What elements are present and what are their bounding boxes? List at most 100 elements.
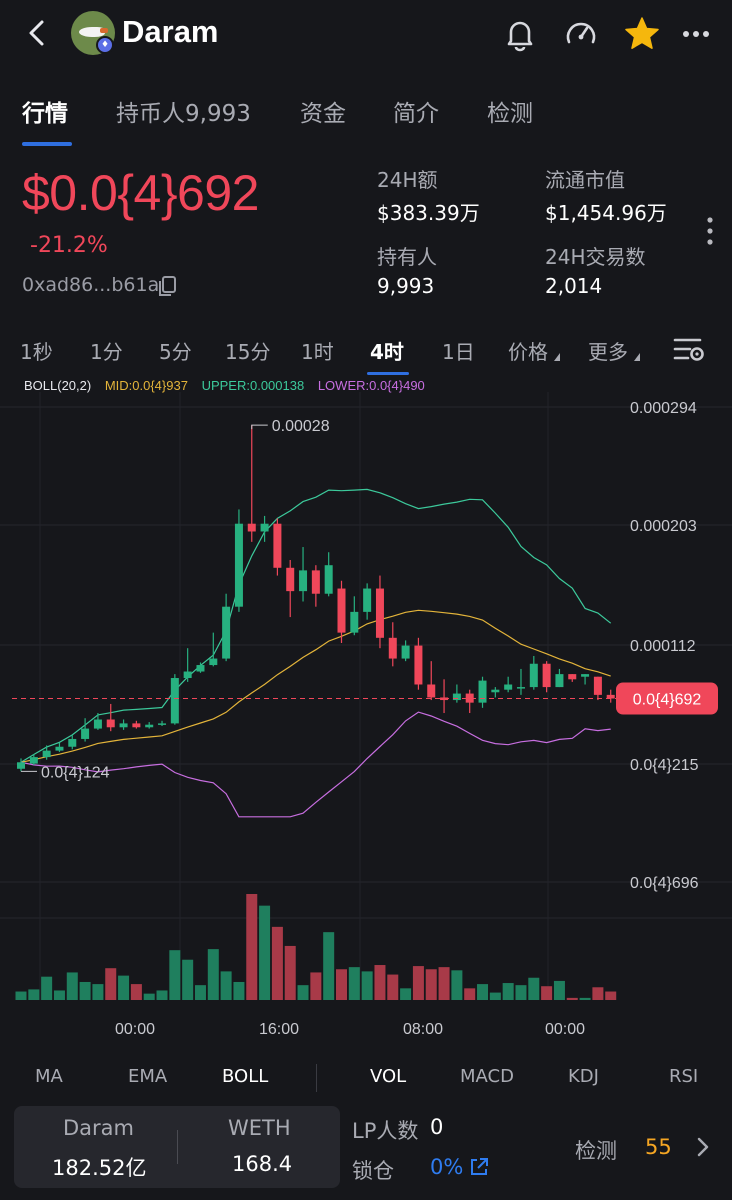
- tab-market[interactable]: 行情: [22, 94, 68, 128]
- gauge-icon[interactable]: [561, 14, 601, 54]
- volume-bar: [53, 990, 65, 1000]
- interval-4h[interactable]: 4时: [370, 336, 404, 365]
- indicator-ema[interactable]: EMA: [128, 1066, 167, 1087]
- x-tick-label: 16:00: [259, 1021, 299, 1038]
- candle-body: [504, 684, 513, 690]
- candle-body: [132, 723, 141, 728]
- x-tick-label: 08:00: [403, 1021, 443, 1038]
- volume-bar: [15, 991, 27, 1000]
- volume-bar: [438, 967, 450, 1000]
- indicator-boll[interactable]: BOLL: [222, 1066, 268, 1087]
- tab-check[interactable]: 检测: [487, 94, 533, 128]
- volume-bar: [464, 988, 476, 1000]
- candle-body: [299, 570, 308, 592]
- volume-bar: [515, 985, 527, 1000]
- indicator-ma[interactable]: MA: [35, 1066, 63, 1087]
- pool-token-b-label: WETH: [228, 1116, 291, 1140]
- candle-body: [529, 663, 538, 688]
- volume-bar: [348, 967, 360, 1000]
- tab-active-indicator: [22, 142, 72, 146]
- chevron-right-icon[interactable]: [694, 1134, 712, 1160]
- price-chart[interactable]: 0.000294 0.000203 0.000112 0.0{4}215 0.0{4}6…: [0, 370, 732, 1060]
- volume-bar: [553, 980, 565, 1000]
- vertical-more-icon[interactable]: [700, 214, 720, 248]
- candle-body: [260, 523, 269, 532]
- indicator-macd[interactable]: MACD: [460, 1066, 514, 1087]
- lock-value[interactable]: 0%: [430, 1155, 463, 1179]
- candle-body: [17, 762, 25, 769]
- liquidity-pool-card[interactable]: Daram 182.52亿 WETH 168.4: [14, 1106, 340, 1188]
- chart-settings-icon[interactable]: [672, 334, 706, 364]
- volume-bar: [169, 950, 181, 1000]
- indicator-vol[interactable]: VOL: [370, 1066, 406, 1087]
- volume-bar: [105, 968, 117, 1000]
- bell-icon[interactable]: [500, 14, 540, 54]
- tab-funds[interactable]: 资金: [300, 94, 346, 128]
- tab-holders[interactable]: 持币人9,993: [116, 94, 251, 128]
- current-price: $0.0{4}692: [22, 165, 259, 221]
- volume-bar: [28, 989, 40, 1000]
- interval-1d[interactable]: 1日: [442, 336, 475, 365]
- interval-15m[interactable]: 15分: [225, 336, 270, 365]
- pool-token-b-value: 168.4: [232, 1152, 293, 1176]
- interval-bar: 1秒 1分 5分 15分 1时 4时 1日 价格 更多: [0, 330, 732, 375]
- volume-bar: [387, 974, 399, 1000]
- check-score: 55: [645, 1135, 672, 1159]
- candle-body: [452, 693, 461, 701]
- candle-body: [478, 680, 487, 703]
- price-dropdown[interactable]: 价格: [508, 336, 560, 365]
- indicator-divider: [316, 1064, 317, 1092]
- back-icon[interactable]: [24, 18, 50, 48]
- candle-body: [606, 694, 615, 699]
- stat-holders-value: 9,993: [377, 274, 435, 298]
- candle-body: [593, 676, 602, 695]
- y-tick-label: 0.0{4}696: [630, 875, 699, 892]
- volume-bar: [92, 984, 104, 1000]
- high-marker-label: 0.00028: [272, 418, 330, 435]
- low-marker-label: 0.0{4}124: [41, 764, 110, 781]
- candle-body: [581, 674, 590, 677]
- volume-bar: [489, 992, 501, 1000]
- candle-body: [81, 728, 90, 739]
- volume-bar: [130, 984, 142, 1000]
- candle-body: [337, 588, 346, 633]
- pool-token-a-label: Daram: [63, 1116, 134, 1140]
- more-icon[interactable]: [676, 14, 716, 54]
- volume-bar: [194, 985, 206, 1000]
- interval-1s[interactable]: 1秒: [20, 336, 53, 365]
- candle-body: [119, 723, 128, 728]
- x-tick-label: 00:00: [545, 1021, 585, 1038]
- volume-bars: [15, 894, 617, 1000]
- volume-bar: [284, 945, 296, 1000]
- volume-bar: [220, 971, 232, 1000]
- candle-body: [145, 724, 154, 728]
- stat-tx-value: 2,014: [545, 274, 603, 298]
- more-dropdown[interactable]: 更多: [588, 336, 640, 365]
- interval-5m[interactable]: 5分: [159, 336, 192, 365]
- candle-body: [247, 523, 256, 532]
- check-label[interactable]: 检测: [575, 1135, 617, 1165]
- volume-bar: [502, 983, 514, 1000]
- candle-body: [568, 674, 577, 680]
- candle-body: [388, 637, 397, 659]
- candle-body: [234, 523, 243, 607]
- stat-volume-value: $383.39万: [377, 201, 480, 225]
- interval-1h[interactable]: 1时: [301, 336, 334, 365]
- candle-body: [106, 719, 115, 728]
- indicator-rsi[interactable]: RSI: [669, 1066, 698, 1087]
- indicator-kdj[interactable]: KDJ: [568, 1066, 599, 1087]
- candle-body: [222, 606, 231, 659]
- candle-body: [427, 684, 436, 698]
- interval-1m[interactable]: 1分: [90, 336, 123, 365]
- external-link-icon[interactable]: [468, 1156, 490, 1178]
- y-tick-label: 0.000112: [630, 638, 696, 655]
- boll-mid-line: [20, 609, 611, 763]
- star-icon[interactable]: [622, 14, 662, 54]
- volume-bar: [374, 965, 386, 1000]
- volume-bar: [477, 984, 489, 1000]
- tab-intro[interactable]: 简介: [393, 94, 439, 128]
- volume-bar: [41, 976, 53, 1000]
- copy-icon[interactable]: [156, 274, 178, 298]
- candle-body: [42, 750, 51, 758]
- pool-token-a-value: 182.52亿: [52, 1156, 147, 1180]
